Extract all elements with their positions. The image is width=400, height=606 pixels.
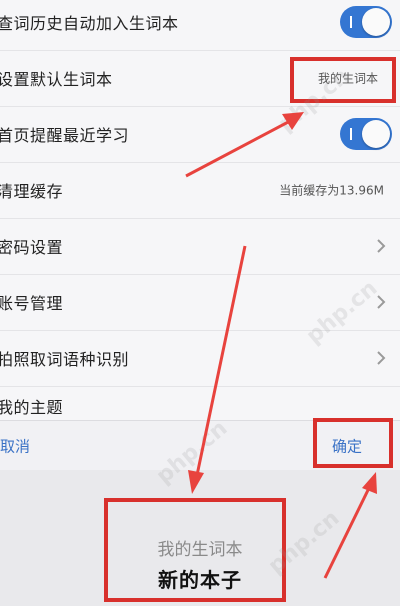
annotation-arrows [185, 112, 377, 579]
arrow-head-icon [188, 470, 204, 494]
arrow-head-icon [282, 112, 304, 130]
arrow-head-icon [362, 472, 377, 494]
